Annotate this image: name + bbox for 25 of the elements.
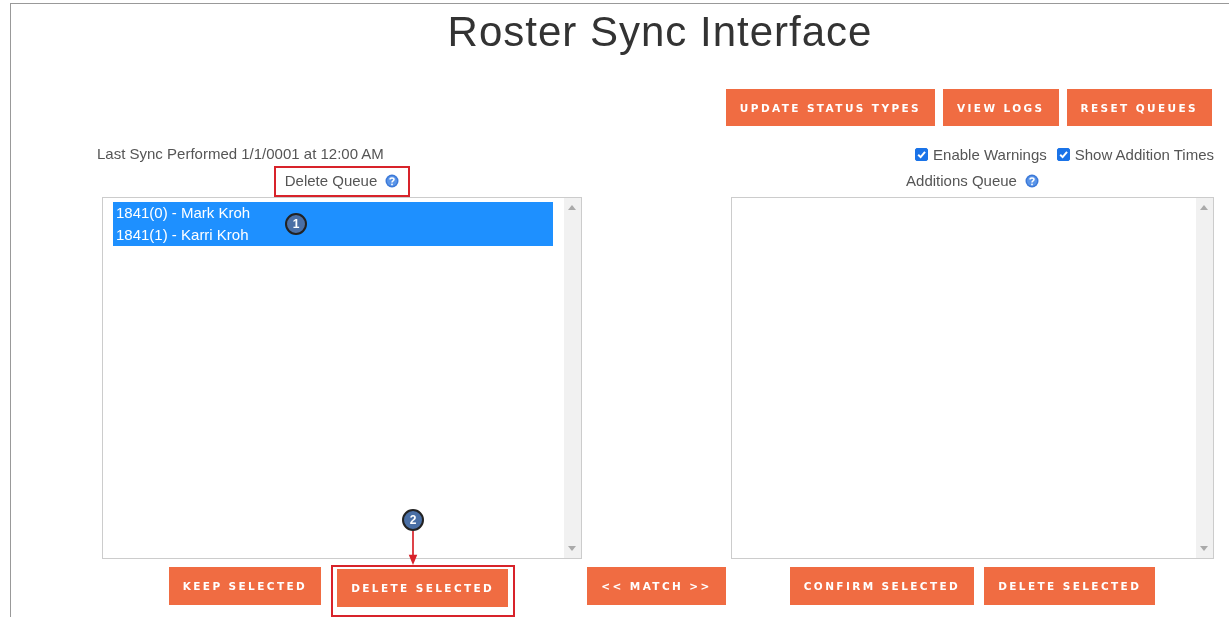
queue-title: Delete Queue [284,172,378,189]
scrollbar[interactable] [564,198,581,558]
checkbox[interactable] [915,147,929,161]
list-box[interactable] [731,197,1214,559]
match-button[interactable]: << MATCH >> [587,567,726,605]
action-button[interactable]: DELETE SELECTED [984,567,1156,605]
action-button[interactable]: CONFIRM SELECTED [789,567,975,605]
checkbox-label: Enable Warnings [933,145,1047,163]
scroll-up-icon[interactable] [568,205,576,210]
checkbox-label: Show Addition Times [1074,145,1214,163]
action-button[interactable]: KEEP SELECTED [168,567,322,605]
scroll-down-icon[interactable] [1200,546,1208,551]
help-icon[interactable] [1024,173,1039,188]
toolbar-button[interactable]: RESET QUEUES [1066,89,1212,126]
sync-status: Last Sync Performed 1/1/0001 at 12:00 AM [96,144,385,164]
action-button[interactable]: DELETE SELECTED [337,569,509,607]
page-title: Roster Sync Interface [446,7,874,57]
help-icon[interactable] [385,173,400,188]
scroll-down-icon[interactable] [568,546,576,551]
scrollbar[interactable] [1196,198,1213,558]
checkbox[interactable] [1056,147,1070,161]
toolbar-button[interactable]: VIEW LOGS [943,89,1059,126]
queue-title: Additions Queue [906,172,1017,189]
toolbar-button[interactable]: UPDATE STATUS TYPES [725,89,936,126]
scroll-up-icon[interactable] [1200,205,1208,210]
